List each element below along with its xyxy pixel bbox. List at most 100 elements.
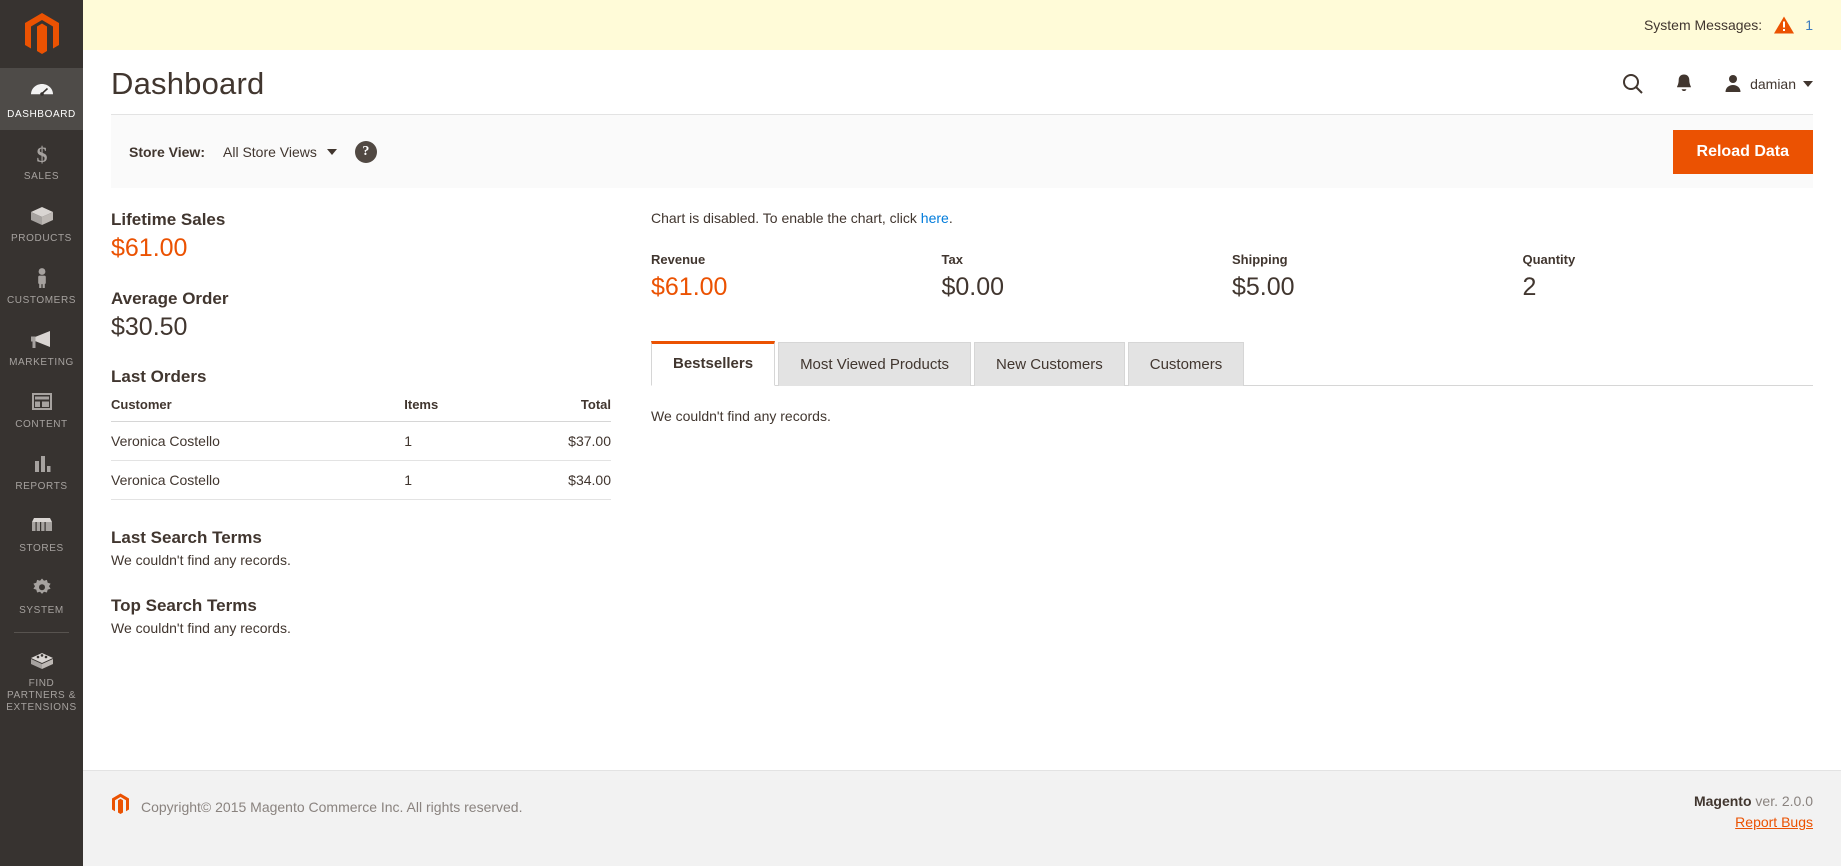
tab-bestsellers[interactable]: Bestsellers [651, 341, 776, 387]
warning-triangle-icon [1773, 15, 1795, 35]
layout-icon [2, 389, 81, 415]
kpi-value: $5.00 [1232, 273, 1295, 301]
lifetime-sales-value: $61.00 [111, 234, 188, 262]
chevron-down-icon [1803, 81, 1813, 87]
dashboard-tabs: Bestsellers Most Viewed Products New Cus… [651, 340, 1813, 387]
report-bugs-link[interactable]: Report Bugs [1694, 814, 1813, 830]
last-orders-table: Customer Items Total Veronica Costello 1… [111, 397, 611, 500]
kpi-label: Tax [941, 252, 963, 267]
copyright-text: Copyright© 2015 Magento Commerce Inc. Al… [141, 798, 523, 815]
tab-most-viewed-products[interactable]: Most Viewed Products [778, 342, 972, 387]
kpi-value: 2 [1522, 273, 1537, 301]
lifetime-sales-block: Lifetime Sales $61.00 [111, 210, 611, 263]
magento-logo-icon [111, 793, 130, 820]
sidebar-item-label: Products [11, 233, 72, 244]
system-messages-count[interactable]: 1 [1805, 17, 1813, 33]
header-actions: damian [1621, 72, 1813, 96]
person-icon [2, 265, 81, 291]
table-row[interactable]: Veronica Costello 1 $34.00 [111, 460, 611, 500]
sidebar-item-label: System [19, 605, 64, 616]
sidebar-item-label: Stores [19, 543, 64, 554]
table-row[interactable]: Veronica Costello 1 $37.00 [111, 421, 611, 461]
average-order-value: $30.50 [111, 312, 188, 341]
bar-chart-icon [2, 451, 81, 477]
store-view-select[interactable]: All Store Views [223, 144, 337, 160]
cell-total: $37.00 [495, 421, 611, 461]
cell-items: 1 [404, 421, 496, 461]
column-header-items: Items [404, 397, 496, 422]
system-messages-bar[interactable]: System Messages: 1 [83, 0, 1841, 50]
cell-total: $34.00 [495, 460, 611, 500]
sidebar-item-marketing[interactable]: Marketing [0, 316, 83, 378]
top-search-terms-block: Top Search Terms We couldn't find any re… [111, 596, 611, 636]
sidebar-item-content[interactable]: Content [0, 378, 83, 440]
page-footer: Copyright© 2015 Magento Commerce Inc. Al… [83, 770, 1841, 866]
cell-customer: Veronica Costello [111, 460, 405, 500]
chart-disabled-note: Chart is disabled. To enable the chart, … [651, 210, 1813, 226]
sidebar-item-stores[interactable]: Stores [0, 502, 83, 564]
sidebar-item-find-partners-extensions[interactable]: Find Partners & Extensions [0, 637, 83, 723]
sidebar-item-customers[interactable]: Customers [0, 254, 83, 316]
gauge-icon [2, 79, 81, 105]
footer-right: Magento ver. 2.0.0 Report Bugs [1694, 793, 1813, 830]
product-name: Magento [1693, 793, 1752, 809]
sidebar-item-dashboard[interactable]: Dashboard [0, 68, 83, 130]
chart-note-prefix: Chart is disabled. To enable the chart, … [651, 210, 921, 226]
magento-logo-icon [24, 13, 59, 54]
tab-panel-bestsellers: We couldn't find any records. [651, 386, 1813, 424]
kpi-shipping: Shipping $5.00 [1232, 252, 1523, 300]
sidebar-item-label: Customers [6, 295, 77, 306]
bell-icon[interactable] [1673, 72, 1695, 96]
last-search-terms-block: Last Search Terms We couldn't find any r… [111, 528, 611, 568]
sidebar-item-reports[interactable]: Reports [0, 440, 83, 502]
storefront-icon [2, 513, 81, 539]
last-search-terms-title: Last Search Terms [111, 528, 262, 547]
version-text: Magento ver. 2.0.0 [1694, 793, 1813, 809]
sidebar-item-label: Reports [15, 481, 68, 492]
kpi-label: Shipping [1232, 252, 1288, 267]
enable-chart-link[interactable]: here [921, 210, 949, 226]
reload-data-button[interactable]: Reload Data [1672, 129, 1813, 174]
user-avatar-icon [1723, 73, 1743, 96]
extension-icon [2, 648, 81, 674]
sidebar-item-label: Content [15, 419, 68, 430]
tab-customers[interactable]: Customers [1127, 342, 1245, 387]
sidebar-item-sales[interactable]: $ Sales [0, 130, 83, 192]
tab-empty-message: We couldn't find any records. [651, 408, 831, 425]
admin-dashboard-page: Dashboard $ Sales Products Customers Mar… [0, 0, 1841, 866]
table-header-row: Customer Items Total [111, 397, 611, 422]
sidebar-divider [14, 632, 69, 633]
megaphone-icon [2, 327, 81, 353]
svg-text:$: $ [36, 142, 47, 166]
version-number: ver. 2.0.0 [1751, 793, 1813, 809]
main-sidebar: Dashboard $ Sales Products Customers Mar… [0, 0, 83, 866]
user-menu[interactable]: damian [1723, 73, 1813, 96]
kpi-tax: Tax $0.00 [942, 252, 1233, 300]
tab-new-customers[interactable]: New Customers [974, 342, 1125, 387]
chart-note-suffix: . [948, 210, 953, 226]
last-search-terms-empty: We couldn't find any records. [111, 552, 291, 568]
cell-customer: Veronica Costello [111, 421, 405, 461]
average-order-block: Average Order $30.50 [111, 289, 611, 342]
dashboard-toolbar: Store View: All Store Views ? Reload Dat… [111, 114, 1813, 188]
kpi-value: $61.00 [651, 273, 728, 301]
sidebar-item-products[interactable]: Products [0, 192, 83, 254]
question-mark-icon[interactable]: ? [354, 140, 377, 163]
kpi-value: $0.00 [941, 273, 1005, 301]
search-icon[interactable] [1621, 72, 1645, 96]
sidebar-item-label: Dashboard [7, 109, 76, 120]
sidebar-logo[interactable] [0, 0, 83, 68]
column-header-customer: Customer [111, 397, 405, 422]
chevron-down-icon [326, 148, 337, 155]
sidebar-item-label: Find Partners & Extensions [6, 678, 77, 713]
average-order-title: Average Order [111, 288, 229, 308]
kpi-label: Quantity [1522, 252, 1576, 267]
sidebar-item-label: Marketing [9, 357, 74, 368]
sidebar-item-system[interactable]: System [0, 564, 83, 626]
cell-items: 1 [404, 460, 496, 500]
store-view-label: Store View: [129, 143, 205, 160]
kpi-row: Revenue $61.00 Tax $0.00 Shipping $5.00 … [651, 252, 1813, 300]
page-title: Dashboard [111, 66, 265, 101]
last-orders-title: Last Orders [111, 367, 207, 386]
sidebar-item-label: Sales [23, 171, 60, 182]
